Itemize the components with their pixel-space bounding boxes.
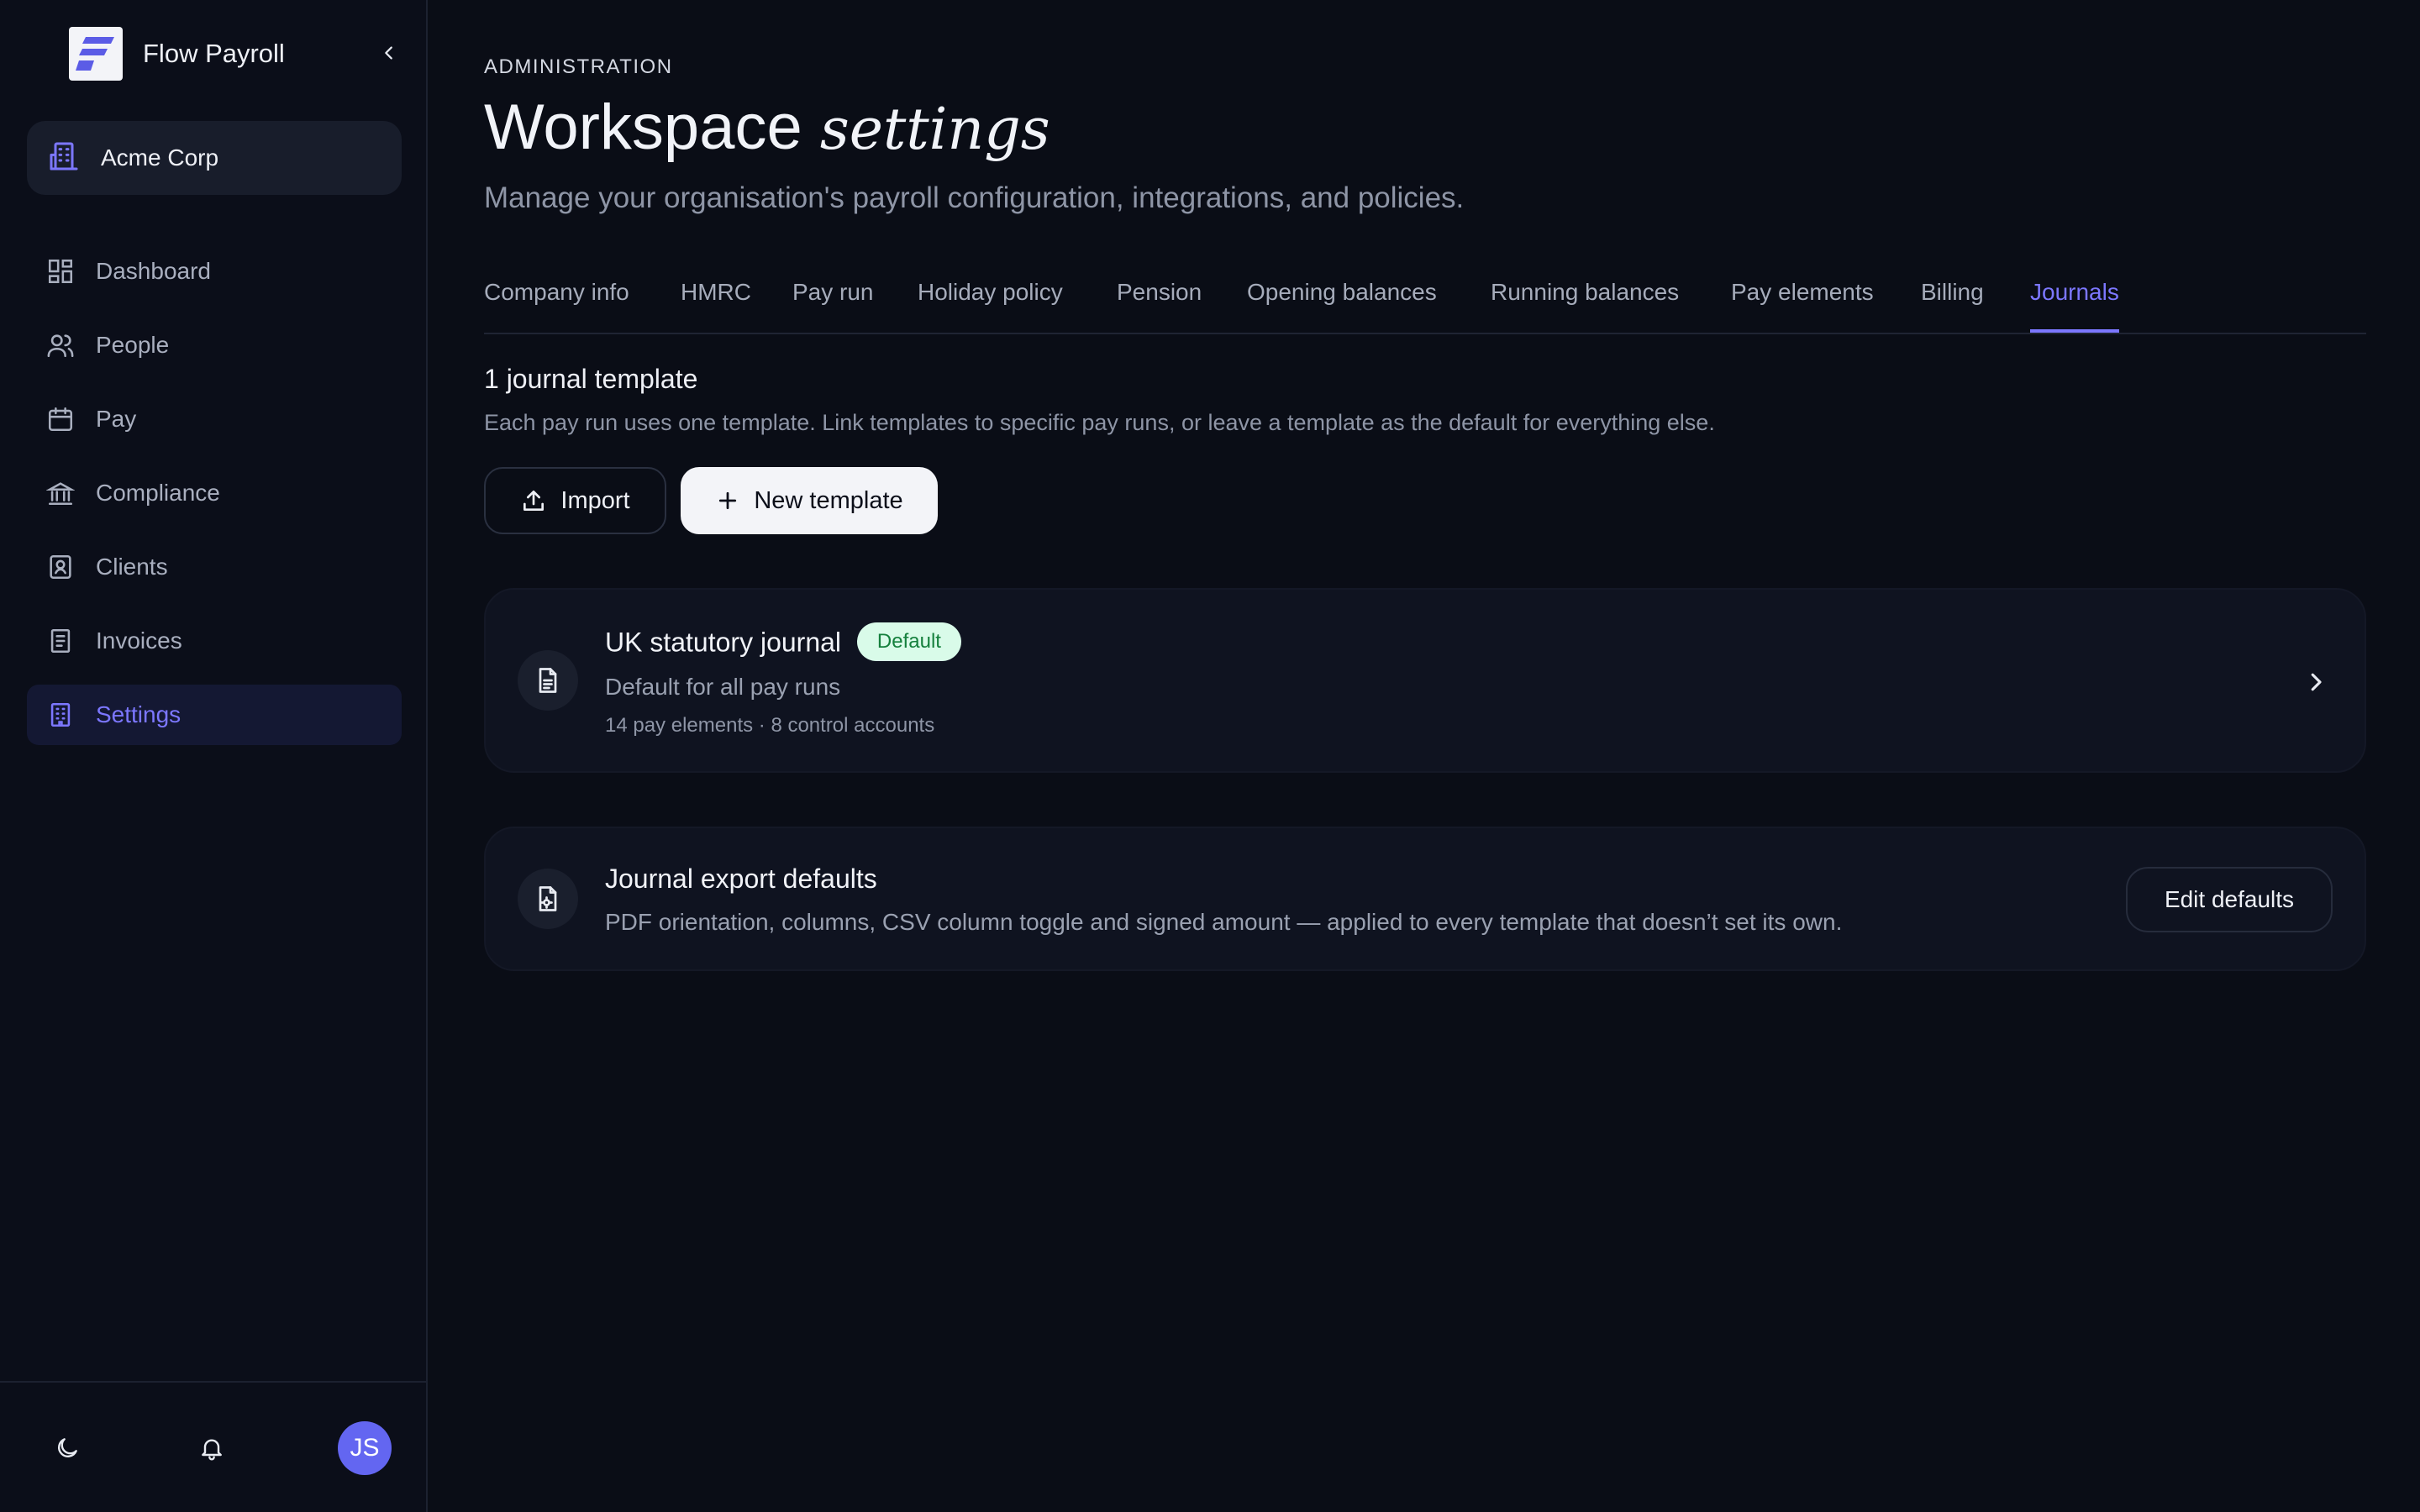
collapse-sidebar-button[interactable] <box>375 39 403 67</box>
sidebar: Flow Payroll Acme Corp Dashboard People <box>0 0 428 1512</box>
page-title-main: Workspace <box>484 92 802 163</box>
settings-tabs: Company info HMRC Pay run Holiday policy… <box>484 274 2366 334</box>
template-name: UK statutory journal <box>605 627 842 658</box>
page-subtitle: Manage your organisation's payroll confi… <box>484 181 1465 214</box>
page-title-serif: settings <box>819 97 1050 163</box>
file-settings-icon <box>518 869 578 929</box>
logo-icon <box>69 27 123 81</box>
tab-pension[interactable]: Pension <box>1117 279 1202 333</box>
notifications-button[interactable] <box>185 1421 239 1475</box>
brand-name: Flow Payroll <box>143 39 285 68</box>
page-title: Workspace settings <box>484 91 1050 164</box>
template-title: UK statutory journal Default <box>605 622 961 664</box>
export-defaults-title: Journal export defaults <box>605 864 877 894</box>
sidebar-item-label: Pay <box>96 406 137 432</box>
tab-billing[interactable]: Billing <box>1921 279 1984 333</box>
moon-icon <box>58 1438 77 1457</box>
building-icon <box>45 700 76 730</box>
sidebar-item-people[interactable]: People <box>27 315 402 375</box>
tab-pay-run[interactable]: Pay run <box>792 279 874 333</box>
tab-pay-elements[interactable]: Pay elements <box>1731 279 1874 333</box>
journal-description: Each pay run uses one template. Link tem… <box>484 410 1715 435</box>
edit-defaults-button[interactable]: Edit defaults <box>2126 867 2333 932</box>
receipt-icon <box>45 626 76 656</box>
sidebar-footer: JS <box>0 1381 426 1512</box>
chevron-right-icon[interactable] <box>2299 665 2333 699</box>
default-badge: Default <box>856 622 961 661</box>
sidebar-item-clients[interactable]: Clients <box>27 537 402 597</box>
calendar-icon <box>45 404 76 434</box>
document-icon <box>518 650 578 711</box>
workspace-name: Acme Corp <box>101 144 219 171</box>
tab-hmrc[interactable]: HMRC <box>681 279 751 333</box>
sidebar-item-label: Settings <box>96 701 182 727</box>
export-defaults-description: PDF orientation, columns, CSV column tog… <box>605 909 1843 935</box>
bank-icon <box>45 478 76 508</box>
grid-icon <box>45 256 76 286</box>
new-template-button[interactable]: New template <box>681 467 938 534</box>
page-eyebrow: ADMINISTRATION <box>484 55 673 78</box>
tab-opening-balances[interactable]: Opening balances <box>1247 279 1437 333</box>
avatar[interactable]: JS <box>338 1421 392 1475</box>
theme-toggle-button[interactable] <box>40 1421 94 1475</box>
export-defaults-card: Journal export defaults PDF orientation,… <box>484 827 2366 971</box>
contact-book-icon <box>45 552 76 582</box>
sidebar-item-dashboard[interactable]: Dashboard <box>27 241 402 302</box>
plus-icon <box>719 491 737 510</box>
import-button[interactable]: Import <box>484 467 666 534</box>
bell-icon <box>202 1439 222 1461</box>
template-meta: 14 pay elements · 8 control accounts <box>605 714 935 737</box>
building-icon <box>47 139 81 177</box>
sidebar-item-pay[interactable]: Pay <box>27 389 402 449</box>
upload-icon <box>523 491 544 511</box>
tab-holiday-policy[interactable]: Holiday policy <box>918 279 1063 333</box>
new-template-button-label: New template <box>754 486 903 514</box>
journal-count-title: 1 journal template <box>484 364 698 394</box>
tab-running-balances[interactable]: Running balances <box>1491 279 1679 333</box>
chevron-left-icon <box>385 46 392 60</box>
workspace-switcher[interactable]: Acme Corp <box>27 121 402 195</box>
journal-template-card[interactable]: UK statutory journal Default Default for… <box>484 588 2366 773</box>
template-subtitle: Default for all pay runs <box>605 674 841 700</box>
sidebar-item-label: Clients <box>96 554 168 580</box>
sidebar-item-label: Compliance <box>96 480 220 506</box>
sidebar-item-label: Invoices <box>96 627 182 654</box>
brand[interactable]: Flow Payroll <box>69 27 285 81</box>
import-button-label: Import <box>560 486 630 514</box>
tab-company-info[interactable]: Company info <box>484 279 629 333</box>
sidebar-item-label: People <box>96 332 170 358</box>
sidebar-item-invoices[interactable]: Invoices <box>27 611 402 671</box>
sidebar-nav: Dashboard People Pay Compliance Clients <box>27 241 402 759</box>
users-icon <box>45 330 76 360</box>
sidebar-item-settings[interactable]: Settings <box>27 685 402 745</box>
sidebar-item-compliance[interactable]: Compliance <box>27 463 402 523</box>
tab-journals[interactable]: Journals <box>2030 279 2119 333</box>
sidebar-item-label: Dashboard <box>96 258 211 284</box>
